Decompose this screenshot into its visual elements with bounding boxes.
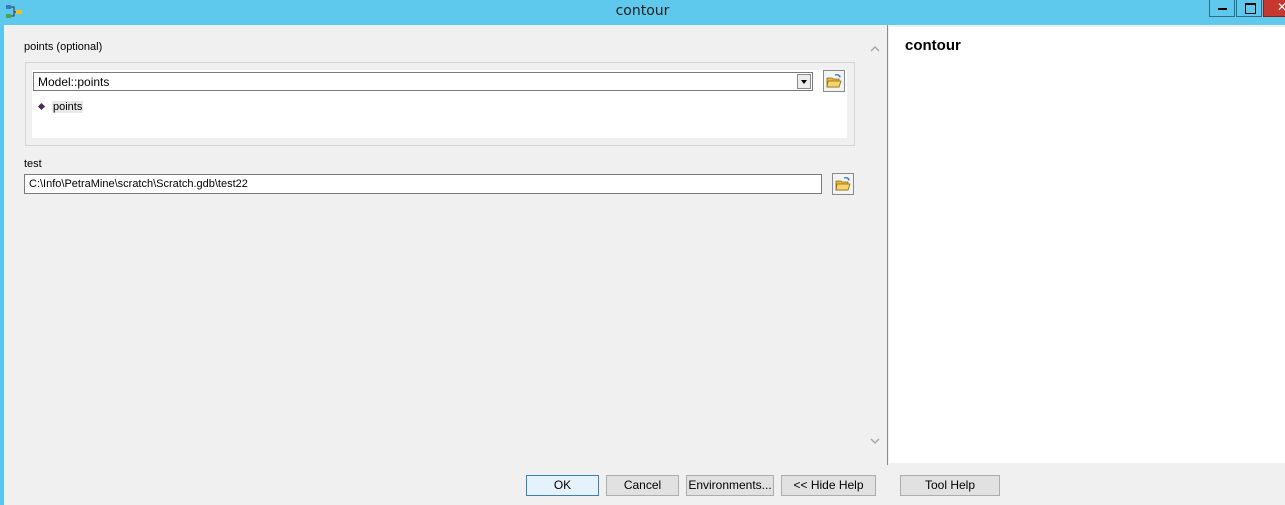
maximize-button[interactable] — [1236, 0, 1262, 17]
cancel-button[interactable]: Cancel — [606, 475, 679, 496]
vertical-scrollbar[interactable] — [866, 25, 884, 465]
open-folder-icon — [835, 177, 851, 191]
browse-test-button[interactable] — [832, 173, 854, 195]
ok-button[interactable]: OK — [526, 475, 599, 496]
browse-points-button[interactable] — [823, 70, 845, 92]
test-label: test — [24, 158, 42, 170]
pane-splitter[interactable] — [884, 25, 888, 465]
diamond-bullet-icon — [37, 102, 46, 111]
minimize-button[interactable] — [1209, 0, 1235, 17]
test-path-field[interactable]: C:\Info\PetraMine\scratch\Scratch.gdb\te… — [24, 174, 822, 194]
environments-button[interactable]: Environments... — [686, 475, 774, 496]
help-pane: contour — [889, 27, 1285, 463]
close-icon: ✕ — [1277, 0, 1285, 14]
chevron-down-icon[interactable] — [797, 74, 811, 89]
chevron-down-icon[interactable] — [870, 436, 880, 446]
open-folder-icon — [826, 74, 842, 88]
parameters-panel: points (optional) Model::points points t… — [4, 25, 866, 465]
points-label: points (optional) — [24, 41, 103, 53]
tool-help-button[interactable]: Tool Help — [900, 475, 1000, 496]
window-title: contour — [615, 3, 670, 19]
button-bar: OK Cancel Environments... << Hide Help T… — [4, 465, 1285, 505]
list-item[interactable]: points — [37, 99, 84, 114]
title-bar[interactable]: contour ✕ — [0, 0, 1285, 25]
points-combo[interactable]: Model::points — [33, 72, 813, 91]
list-item-label: points — [52, 100, 84, 113]
chevron-up-icon[interactable] — [870, 44, 880, 54]
points-combo-value: Model::points — [38, 75, 110, 89]
test-path-value: C:\Info\PetraMine\scratch\Scratch.gdb\te… — [29, 178, 248, 190]
close-button[interactable]: ✕ — [1263, 0, 1285, 17]
help-title: contour — [905, 37, 961, 54]
dialog-client: points (optional) Model::points points t… — [4, 25, 1285, 505]
hide-help-button[interactable]: << Hide Help — [781, 475, 876, 496]
